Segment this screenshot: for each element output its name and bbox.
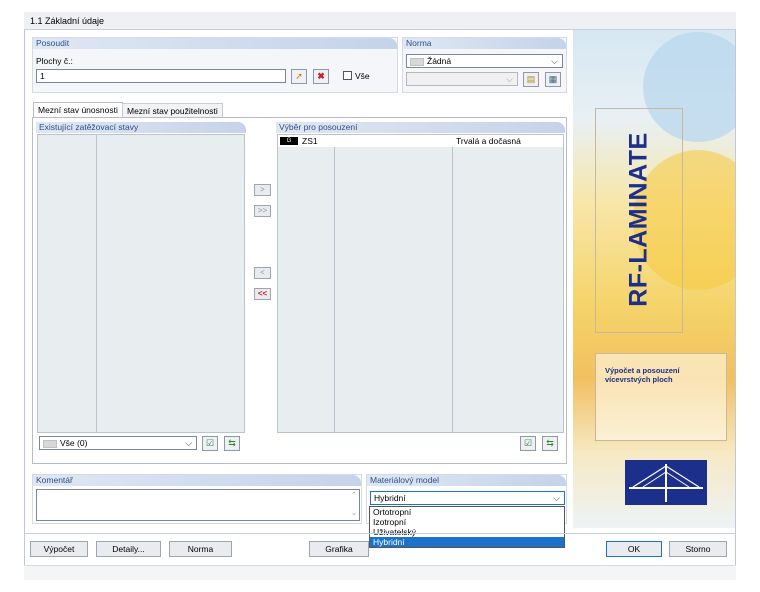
- scroll-up-icon[interactable]: ⌃: [351, 491, 357, 499]
- posoudit-group: Posoudit Plochy č.: 1 ➚ ✖ Vše: [32, 37, 398, 93]
- select-all-existing-button[interactable]: ☑: [202, 436, 218, 451]
- selection-list[interactable]: G ZS1 Trvalá a dočasná: [277, 134, 564, 433]
- material-option-hybridni[interactable]: Hybridní: [370, 537, 564, 547]
- material-select[interactable]: Hybridní ⌵: [370, 491, 565, 505]
- clear-selection-button[interactable]: ✖: [313, 69, 329, 84]
- bridge-logo-icon: [629, 464, 703, 502]
- list-column-divider: [334, 135, 335, 432]
- edit-norma-button[interactable]: ▦: [545, 72, 561, 87]
- selection-header: Výběr pro posouzení: [276, 122, 565, 133]
- pick-surface-button[interactable]: ➚: [291, 69, 307, 84]
- detaily-button[interactable]: Detaily...: [96, 541, 161, 557]
- check-select-icon: ☑: [523, 438, 533, 448]
- norma-color-swatch: [410, 57, 424, 66]
- comment-group: Komentář ⌃ ⌄: [32, 474, 362, 524]
- material-option-izotropni[interactable]: Izotropní: [370, 517, 564, 527]
- add-one-button[interactable]: >: [254, 184, 271, 196]
- norma-button[interactable]: Norma: [169, 541, 232, 557]
- tab-mezni-stav-unosnosti[interactable]: Mezní stav únosnosti: [33, 102, 123, 117]
- check-select-icon: ☑: [205, 438, 215, 448]
- comment-textarea[interactable]: [36, 489, 360, 521]
- status-bar: [24, 565, 736, 580]
- norma-value: Žádná: [427, 56, 452, 66]
- norma-subselect[interactable]: ⌵: [406, 72, 518, 86]
- existing-filter-select[interactable]: Vše (0) ⌵: [39, 436, 197, 450]
- norma-group: Norma Žádná ⌵ ⌵ ▤ ▦: [402, 37, 567, 93]
- cursor-pick-icon: ➚: [295, 71, 303, 81]
- material-option-ortotropni[interactable]: Ortotropní: [370, 507, 564, 517]
- material-option-uzivatelsky[interactable]: Uživatelský: [370, 527, 564, 537]
- material-dropdown-list: Ortotropní Izotropní Uživatelský Hybridn…: [369, 506, 565, 548]
- dlubal-logo: [625, 460, 707, 505]
- norma-header: Norma: [403, 38, 566, 49]
- filter-color-swatch: [43, 439, 57, 448]
- chevron-down-icon: ⌵: [551, 56, 558, 66]
- grafika-button[interactable]: Grafika: [309, 541, 369, 557]
- add-all-button[interactable]: >>: [254, 205, 271, 217]
- material-header: Materiálový model: [367, 475, 566, 486]
- vse-checkbox[interactable]: [343, 71, 352, 80]
- case-id: ZS1: [302, 136, 318, 146]
- banner-subtitle-box: Výpočet a posouzení vícevrstvých ploch: [595, 353, 727, 441]
- chevron-down-icon: ⌵: [185, 438, 192, 448]
- existing-cases-group: Existující zatěžovací stavy Vše (0) ⌵ ☑ …: [36, 122, 246, 457]
- selection-group: Výběr pro posouzení G ZS1 Trvalá a dočas…: [276, 122, 565, 457]
- new-norma-button[interactable]: ▤: [523, 72, 539, 87]
- norma-select[interactable]: Žádná ⌵: [406, 54, 563, 68]
- banner-subtitle-line2: vícevrstvých ploch: [605, 375, 673, 384]
- case-type: Trvalá a dočasná: [456, 136, 521, 146]
- tab-mezni-stav-pouzitelnosti[interactable]: Mezní stav použitelnosti: [122, 103, 223, 118]
- vse-label: Vše: [355, 71, 370, 81]
- ok-button[interactable]: OK: [606, 541, 662, 557]
- new-document-icon: ▤: [526, 74, 536, 84]
- swap-icon: ⇆: [228, 438, 236, 448]
- table-row[interactable]: G ZS1 Trvalá a dočasná: [278, 135, 563, 147]
- list-column-divider: [452, 135, 453, 432]
- swap-icon: ⇆: [546, 438, 554, 448]
- existing-list[interactable]: [37, 134, 245, 433]
- banner-title: RF-LAMINATE: [624, 132, 653, 307]
- dialog-title: 1.1 Základní údaje: [24, 12, 736, 30]
- plochy-input[interactable]: 1: [36, 69, 286, 83]
- banner-subtitle-line1: Výpočet a posouzení: [605, 366, 680, 375]
- edit-table-icon: ▦: [548, 74, 558, 84]
- filter-value: Vše (0): [60, 438, 88, 448]
- select-all-selection-button[interactable]: ☑: [520, 436, 536, 451]
- chevron-down-icon: ⌵: [553, 493, 560, 503]
- existing-header: Existující zatěžovací stavy: [36, 122, 246, 133]
- remove-one-button[interactable]: <: [254, 267, 271, 279]
- vypocet-button[interactable]: Výpočet: [30, 541, 88, 557]
- delete-x-icon: ✖: [317, 71, 325, 81]
- list-column-divider: [96, 135, 97, 432]
- swap-selection-button[interactable]: ⇆: [542, 436, 558, 451]
- posoudit-header: Posoudit: [33, 38, 397, 49]
- material-value: Hybridní: [374, 493, 406, 503]
- chevron-down-icon: ⌵: [506, 74, 513, 84]
- plochy-label: Plochy č.:: [36, 56, 73, 66]
- footer-divider: [24, 533, 736, 534]
- group-badge: G: [280, 137, 298, 145]
- remove-all-button[interactable]: <<: [254, 288, 271, 300]
- rf-laminate-banner: RF-LAMINATE Výpočet a posouzení vícevrst…: [573, 30, 735, 528]
- comment-header: Komentář: [33, 475, 361, 486]
- storno-button[interactable]: Storno: [669, 541, 727, 557]
- scroll-down-icon[interactable]: ⌄: [351, 509, 357, 517]
- swap-existing-button[interactable]: ⇆: [224, 436, 240, 451]
